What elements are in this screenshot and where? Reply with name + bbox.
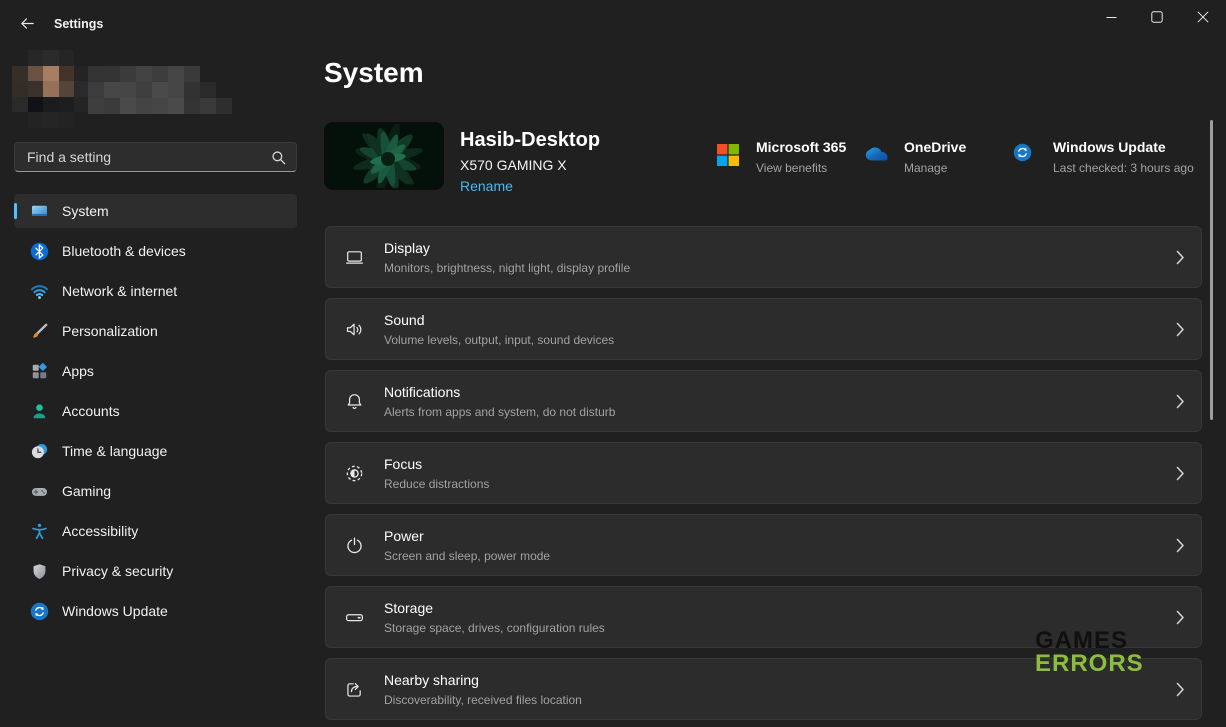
time-icon [30, 442, 49, 461]
user-avatar-redacted[interactable] [12, 50, 90, 128]
search-icon[interactable] [271, 150, 286, 165]
personalization-icon [30, 322, 49, 341]
sidebar-item-gaming[interactable]: Gaming [14, 474, 297, 508]
page-title: System [324, 57, 424, 89]
search-box [14, 142, 297, 172]
minimize-button[interactable] [1088, 0, 1134, 34]
sidebar-nav: System Bluetooth & devices Network & int… [14, 194, 297, 628]
quick-link-windows-update[interactable]: Windows Update Last checked: 3 hours ago [1013, 139, 1194, 175]
chevron-right-icon [1176, 538, 1185, 553]
sidebar-item-time-language[interactable]: Time & language [14, 434, 297, 468]
back-button[interactable] [12, 12, 42, 38]
settings-row-focus[interactable]: Focus Reduce distractions [325, 442, 1202, 504]
watermark-line1: GAMES [1035, 629, 1144, 652]
search-input[interactable] [15, 143, 296, 171]
sound-icon [344, 319, 365, 340]
update-icon [30, 602, 49, 621]
maximize-button[interactable] [1134, 0, 1180, 34]
chevron-right-icon [1176, 682, 1185, 697]
quick-link-microsoft-365[interactable]: Microsoft 365 View benefits [716, 139, 846, 175]
accessibility-icon [30, 522, 49, 541]
quick-link-onedrive[interactable]: OneDrive Manage [864, 139, 966, 175]
window-controls [1088, 0, 1226, 34]
sidebar-item-network-internet[interactable]: Network & internet [14, 274, 297, 308]
device-thumbnail-image [324, 122, 444, 190]
sidebar-item-apps[interactable]: Apps [14, 354, 297, 388]
onedrive-icon [864, 143, 894, 165]
rename-link[interactable]: Rename [460, 178, 513, 194]
window-title: Settings [54, 17, 103, 31]
games-errors-watermark: GAMES ERRORS [1035, 629, 1144, 675]
close-button[interactable] [1180, 0, 1226, 34]
notifications-icon [344, 391, 365, 412]
sidebar-item-bluetooth-devices[interactable]: Bluetooth & devices [14, 234, 297, 268]
device-info: Hasib-Desktop X570 GAMING X Rename [460, 129, 600, 196]
bluetooth-icon [30, 242, 49, 261]
sidebar-item-personalization[interactable]: Personalization [14, 314, 297, 348]
settings-row-power[interactable]: Power Screen and sleep, power mode [325, 514, 1202, 576]
power-icon [344, 535, 365, 556]
device-model: X570 GAMING X [460, 157, 600, 173]
update-icon [1013, 143, 1043, 162]
accounts-icon [30, 402, 49, 421]
chevron-right-icon [1176, 250, 1185, 265]
user-name-redacted [88, 66, 232, 114]
sidebar-item-privacy-security[interactable]: Privacy & security [14, 554, 297, 588]
nearby-icon [344, 679, 365, 700]
ms365-icon [716, 143, 746, 167]
system-icon [30, 202, 49, 221]
settings-row-display[interactable]: Display Monitors, brightness, night ligh… [325, 226, 1202, 288]
sidebar-item-windows-update[interactable]: Windows Update [14, 594, 297, 628]
chevron-right-icon [1176, 394, 1185, 409]
apps-icon [30, 362, 49, 381]
back-arrow-icon [19, 15, 36, 35]
sidebar-item-accounts[interactable]: Accounts [14, 394, 297, 428]
chevron-right-icon [1176, 466, 1185, 481]
sidebar-item-accessibility[interactable]: Accessibility [14, 514, 297, 548]
privacy-icon [30, 562, 49, 581]
settings-row-sound[interactable]: Sound Volume levels, output, input, soun… [325, 298, 1202, 360]
gaming-icon [30, 482, 49, 501]
storage-icon [344, 607, 365, 628]
network-icon [30, 282, 49, 301]
scrollbar[interactable] [1210, 120, 1213, 420]
settings-row-notifications[interactable]: Notifications Alerts from apps and syste… [325, 370, 1202, 432]
settings-window: Settings System Bluetooth & devices Netw… [0, 0, 1226, 727]
device-name: Hasib-Desktop [460, 129, 600, 152]
chevron-right-icon [1176, 610, 1185, 625]
focus-icon [344, 463, 365, 484]
sidebar-item-system[interactable]: System [14, 194, 297, 228]
display-icon [344, 247, 365, 268]
chevron-right-icon [1176, 322, 1185, 337]
watermark-line2: ERRORS [1035, 652, 1144, 675]
